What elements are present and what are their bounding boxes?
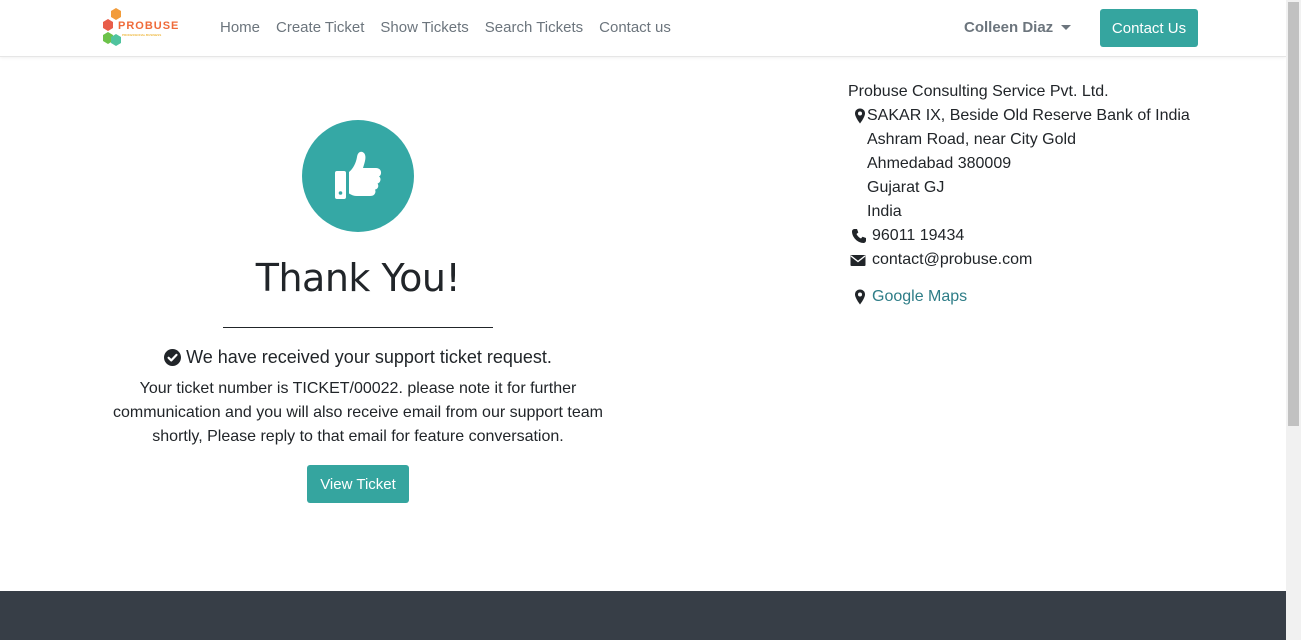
scrollbar-thumb[interactable] [1288, 2, 1299, 426]
ticket-note: Your ticket number is TICKET/00022. plea… [113, 380, 603, 445]
address-line-city: Ahmedabad 380009 [867, 155, 1012, 172]
company-address: Probuse Consulting Service Pvt. Ltd. SAK… [848, 80, 1190, 309]
thumbs-up-icon [335, 151, 382, 199]
address-line-country: India [867, 203, 902, 220]
top-navbar: PROBUSE PROFESSIONAL BUSINESS Home Creat… [0, 0, 1286, 57]
google-maps-link[interactable]: Google Maps [872, 288, 967, 305]
logo-subtext: PROFESSIONAL BUSINESS [122, 33, 162, 37]
nav-links: Home Create Ticket Show Tickets Search T… [212, 18, 679, 38]
logo-text: PROBUSE [118, 20, 180, 32]
vertical-scrollbar[interactable] [1286, 0, 1301, 640]
page-footer [0, 591, 1286, 640]
street1-text: SAKAR IX, Beside Old Reserve Bank of Ind… [867, 107, 1190, 124]
nav-show-tickets[interactable]: Show Tickets [372, 18, 476, 38]
nav-create-ticket[interactable]: Create Ticket [268, 18, 372, 38]
email-text: contact@probuse.com [872, 251, 1033, 268]
map-marker-icon [855, 289, 865, 305]
heading-divider [223, 327, 493, 328]
address-line-street1: SAKAR IX, Beside Old Reserve Bank of Ind… [848, 104, 1190, 128]
thumbs-up-badge [302, 120, 414, 232]
received-text: We have received your support ticket req… [186, 347, 552, 367]
address-line-street2: Ashram Road, near City Gold [867, 131, 1076, 148]
phone-line: 96011 19434 [848, 224, 1190, 248]
nav-contact-us[interactable]: Contact us [591, 18, 679, 38]
company-name: Probuse Consulting Service Pvt. Ltd. [848, 83, 1109, 100]
phone-text: 96011 19434 [872, 227, 965, 244]
caret-down-icon [1061, 25, 1072, 30]
user-name: Colleen Diaz [964, 19, 1054, 36]
nav-search-tickets[interactable]: Search Tickets [477, 18, 591, 38]
received-message: We have received your support ticket req… [110, 345, 606, 369]
thank-you-heading: Thank You! [255, 256, 461, 300]
probuse-logo[interactable]: PROBUSE PROFESSIONAL BUSINESS [100, 7, 180, 49]
address-line-state: Gujarat GJ [867, 179, 945, 196]
user-menu-dropdown[interactable]: Colleen Diaz [964, 18, 1072, 38]
phone-icon [852, 229, 866, 243]
view-ticket-button[interactable]: View Ticket [307, 465, 409, 503]
check-circle-icon [164, 348, 182, 366]
contact-us-button[interactable]: Contact Us [1100, 9, 1198, 47]
map-marker-icon [855, 108, 865, 124]
email-line: contact@probuse.com [848, 248, 1190, 272]
envelope-icon [850, 255, 866, 266]
maps-line: Google Maps [848, 285, 1190, 309]
nav-home[interactable]: Home [212, 18, 268, 38]
